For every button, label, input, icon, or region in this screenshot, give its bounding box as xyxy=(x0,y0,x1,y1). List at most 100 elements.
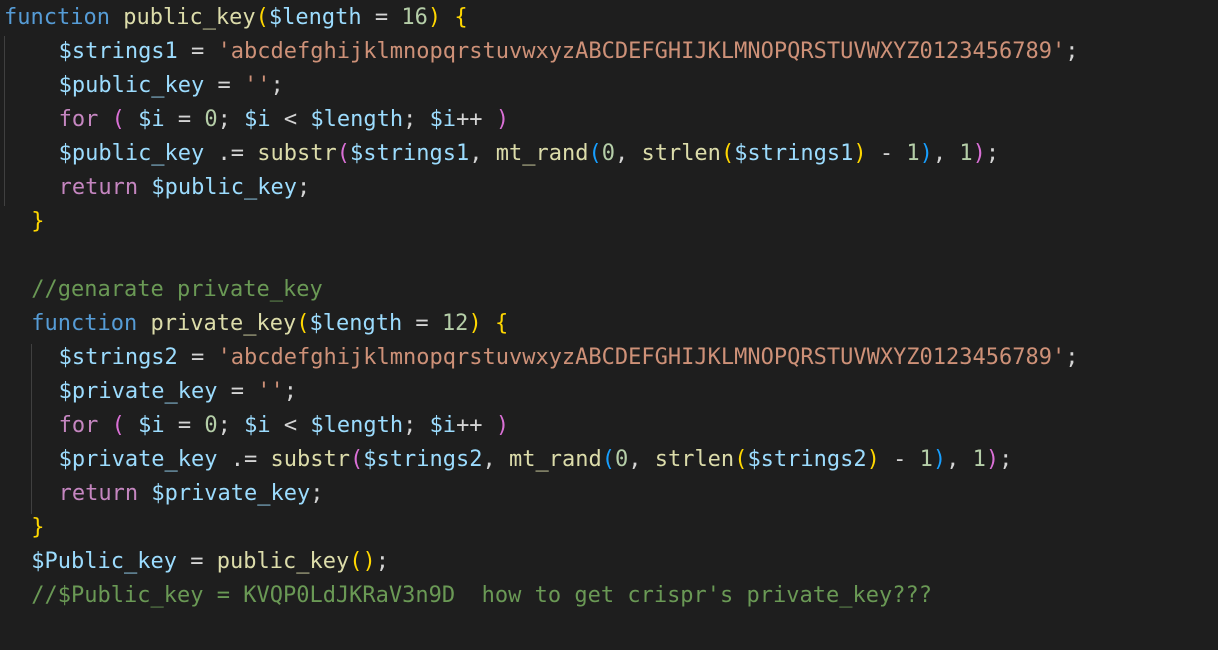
code-token: private_key xyxy=(150,311,297,336)
code-token: , xyxy=(628,447,655,472)
code-token: } xyxy=(31,209,45,234)
code-token: $length xyxy=(310,107,404,132)
code-editor[interactable]: function public_key($length = 16) {$stri… xyxy=(0,0,1218,650)
code-token: $i xyxy=(138,107,165,132)
code-line: $public_key = ''; xyxy=(4,69,284,103)
code-token: $strings1 xyxy=(734,141,854,166)
code-token: //genarate private_key xyxy=(31,277,323,302)
code-token: ; xyxy=(985,141,1000,166)
code-token: ( xyxy=(734,447,748,472)
code-token: for xyxy=(58,413,99,438)
code-token: ; xyxy=(403,107,430,132)
code-token: $i xyxy=(429,107,457,132)
code-line: $Public_key = public_key(); xyxy=(4,545,389,579)
code-token: ) xyxy=(362,549,376,574)
code-token: = xyxy=(177,549,217,574)
code-token: $strings2 xyxy=(363,447,483,472)
code-token: substr xyxy=(257,141,337,166)
code-token: ( xyxy=(111,413,125,438)
code-token: ( xyxy=(349,549,363,574)
code-token: ) xyxy=(468,311,482,336)
code-line: } xyxy=(4,205,45,239)
code-token: , xyxy=(482,447,509,472)
code-line: return $private_key; xyxy=(4,477,324,511)
code-line: $strings1 = 'abcdefghijklmnopqrstuvwxyzA… xyxy=(4,35,1079,69)
code-token: , xyxy=(946,447,973,472)
code-token: for xyxy=(58,107,99,132)
code-token: 1 xyxy=(906,141,920,166)
code-token: ; xyxy=(217,107,245,132)
code-token: $private_key xyxy=(58,447,218,472)
code-token: ( xyxy=(588,141,602,166)
code-token: 'abcdefghijklmnopqrstuvwxyzABCDEFGHIJKLM… xyxy=(217,345,1066,370)
code-token: return xyxy=(58,175,139,200)
code-token: ( xyxy=(350,447,364,472)
code-line: for ( $i = 0; $i < $length; $i++ ) xyxy=(4,409,509,443)
code-token: 0 xyxy=(204,107,218,132)
code-token: ( xyxy=(255,5,269,30)
code-token: $i xyxy=(429,413,457,438)
code-token: $strings1 xyxy=(58,39,178,64)
code-token: < xyxy=(270,413,311,438)
code-token: $public_key xyxy=(151,175,298,200)
code-token: ; xyxy=(999,447,1013,472)
code-token: } xyxy=(31,515,45,540)
code-token: ; xyxy=(310,481,324,506)
code-token: ) xyxy=(972,141,986,166)
code-token: 1 xyxy=(959,141,973,166)
code-token: 'abcdefghijklmnopqrstuvwxyzABCDEFGHIJKLM… xyxy=(217,39,1066,64)
code-line: //$Public_key = KVQP0LdJKRaV3n9D how to … xyxy=(4,579,932,613)
code-token: $length xyxy=(268,5,362,30)
code-token: = xyxy=(177,345,218,370)
code-token: $strings2 xyxy=(747,447,867,472)
code-token: 1 xyxy=(919,447,933,472)
code-token: ) xyxy=(495,413,510,438)
code-token: = xyxy=(164,413,205,438)
code-token: = xyxy=(164,107,205,132)
code-token: $i xyxy=(138,413,165,438)
code-token: { xyxy=(454,5,468,30)
code-token: ) xyxy=(853,141,867,166)
code-token: ; xyxy=(283,379,298,404)
code-line: } xyxy=(4,511,45,545)
code-token: = xyxy=(217,379,258,404)
code-token: return xyxy=(58,481,139,506)
code-token: ++ xyxy=(456,107,496,132)
code-token: 0 xyxy=(601,141,615,166)
code-token: mt_rand xyxy=(508,447,602,472)
code-token: function xyxy=(4,5,110,30)
code-token: .= xyxy=(217,447,271,472)
code-token: ; xyxy=(403,413,430,438)
code-token: 0 xyxy=(614,447,629,472)
code-token: ++ xyxy=(456,413,496,438)
code-token: .= xyxy=(204,141,258,166)
code-token: ) xyxy=(427,5,442,30)
code-token: $i xyxy=(244,413,271,438)
code-token: substr xyxy=(270,447,351,472)
code-token: $public_key xyxy=(58,73,205,98)
code-line: for ( $i = 0; $i < $length; $i++ ) xyxy=(4,103,509,137)
code-token: ; xyxy=(270,73,284,98)
code-line: function private_key($length = 12) { xyxy=(4,307,508,341)
code-token: '' xyxy=(244,73,271,98)
code-token: $strings2 xyxy=(58,345,178,370)
code-token: $private_key xyxy=(151,481,311,506)
code-token: ; xyxy=(217,413,245,438)
code-token: mt_rand xyxy=(495,141,589,166)
code-line: function public_key($length = 16) { xyxy=(4,1,468,35)
code-token: public_key xyxy=(123,5,256,30)
code-token: 1 xyxy=(972,447,986,472)
code-token: , xyxy=(469,141,496,166)
code-line: $private_key = ''; xyxy=(4,375,297,409)
code-token: { xyxy=(494,311,509,336)
code-token: $strings1 xyxy=(350,141,470,166)
code-token: ( xyxy=(111,107,125,132)
code-token: $Public_key xyxy=(31,549,177,574)
